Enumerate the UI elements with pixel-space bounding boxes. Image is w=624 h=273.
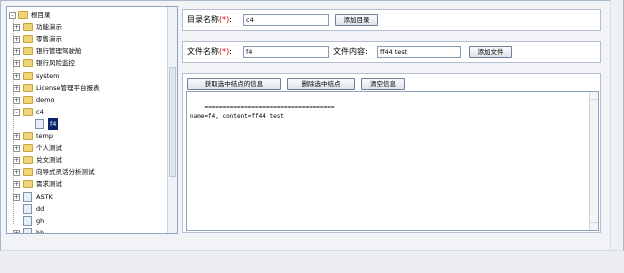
expand-icon[interactable]: + [13, 60, 20, 68]
expand-icon[interactable]: + [13, 96, 20, 104]
scroll-up-arrow[interactable] [590, 92, 598, 100]
tree-item-label: License管理平台报表 [36, 83, 100, 92]
collapse-icon[interactable]: - [13, 108, 20, 116]
folder-icon [23, 144, 33, 153]
folder-icon [23, 35, 33, 44]
tree-item-label: 兑文测试 [36, 156, 62, 165]
tree-item-label: temp [36, 132, 54, 140]
tree-item-label: hh [36, 228, 45, 234]
add-file-button[interactable]: 添加文件 [469, 46, 512, 58]
folder-icon [23, 47, 33, 56]
delete-selected-node-button[interactable]: 删除选中结点 [287, 78, 355, 90]
collapse-icon[interactable]: - [9, 12, 16, 19]
tree-item-label: 个人测试 [36, 144, 62, 153]
tree-item-label: gh [36, 216, 45, 225]
file-icon [23, 203, 32, 214]
folder-icon [23, 168, 33, 177]
expand-icon[interactable]: + [13, 48, 20, 56]
clear-info-button[interactable]: 清空信息 [361, 78, 405, 90]
output-scrollbar[interactable] [589, 92, 598, 230]
tree-item-label: dd [36, 204, 45, 213]
file-icon [23, 215, 32, 226]
file-icon [23, 227, 32, 233]
directory-form: 目录名称(*): c4 添加目录 [182, 9, 601, 31]
tree-scrollbar[interactable] [167, 7, 177, 233]
folder-icon [23, 95, 33, 104]
status-strip [0, 250, 624, 273]
expand-icon[interactable]: + [13, 145, 20, 153]
file-content-label: 文件内容: [333, 47, 368, 56]
tree-item-label: c4 [36, 107, 44, 116]
directory-tree: - 根目录 + 功能演示 + 零售演示 + 银行管理驾驶舱 + 银行风险监控 + system + Lic… [6, 6, 178, 234]
folder-icon [23, 107, 33, 116]
file-name-label: 文件名称(*): [187, 47, 232, 56]
tree-item-label: 向导式灵活分析测试 [36, 168, 95, 177]
expand-icon[interactable]: + [13, 181, 20, 189]
tree-item-label: 需求测试 [36, 180, 62, 189]
file-icon [23, 191, 32, 202]
tree-item-label: system [36, 71, 60, 80]
dir-name-label: 目录名称(*): [187, 15, 232, 24]
folder-icon [23, 132, 33, 140]
expand-icon[interactable]: + [13, 24, 20, 32]
folder-icon [23, 83, 33, 92]
node-info-panel: 获取选中结点的信息 删除选中结点 清空信息 ==================… [182, 73, 601, 233]
tree-item-label: 银行风险监控 [36, 59, 75, 68]
expand-icon[interactable]: + [13, 84, 20, 92]
tree-item-label: ASTK [36, 192, 53, 201]
tree-item-label: 功能演示 [36, 23, 62, 32]
folder-icon [18, 11, 28, 19]
window-edge [610, 0, 623, 250]
tree-item-label: f4 [48, 117, 59, 130]
dir-name-input[interactable]: c4 [243, 14, 329, 26]
folder-icon [23, 23, 33, 32]
output-text: ==================================== nam… [190, 104, 335, 120]
tree-item-label: 零售演示 [36, 35, 62, 44]
tree-root-label: 根目录 [31, 11, 51, 19]
tree-scroll-thumb[interactable] [169, 67, 176, 177]
tree-item-label: demo [36, 95, 55, 104]
file-name-input[interactable]: f4 [243, 46, 329, 58]
output-textarea[interactable]: ==================================== nam… [186, 91, 599, 231]
expand-icon[interactable]: + [13, 157, 20, 165]
file-icon [35, 118, 44, 129]
file-form: 文件名称(*): f4 文件内容: ff44 test 添加文件 [182, 41, 601, 63]
folder-icon [23, 59, 33, 68]
folder-icon [23, 156, 33, 165]
folder-icon [23, 71, 33, 80]
expand-icon[interactable]: + [13, 229, 20, 233]
folder-icon [23, 180, 33, 189]
expand-icon[interactable]: + [13, 36, 20, 44]
expand-icon[interactable]: + [13, 133, 20, 140]
expand-icon[interactable]: + [13, 193, 20, 201]
expand-icon[interactable]: + [13, 72, 20, 80]
add-directory-button[interactable]: 添加目录 [335, 14, 378, 26]
tree-item-label: 银行管理驾驶舱 [36, 47, 82, 56]
scroll-down-arrow[interactable] [590, 222, 598, 230]
file-content-input[interactable]: ff44 test [377, 46, 461, 58]
get-selected-node-info-button[interactable]: 获取选中结点的信息 [187, 78, 281, 90]
expand-icon[interactable]: + [13, 169, 20, 177]
